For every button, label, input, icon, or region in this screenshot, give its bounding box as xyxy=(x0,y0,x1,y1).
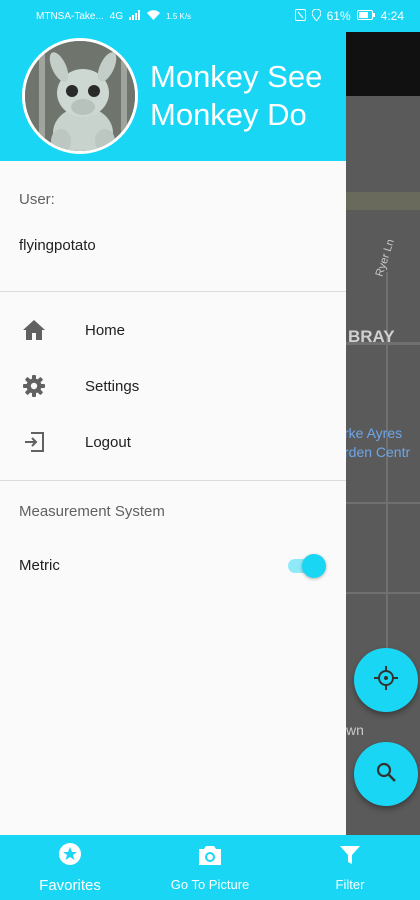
app-title: Monkey See Monkey Do xyxy=(150,59,323,132)
gear-icon xyxy=(21,373,47,399)
map-label-poi-1: rke Ayres xyxy=(346,425,403,441)
map-label-area: BRAY xyxy=(348,327,395,346)
status-bar: MTNSA-Take... 4G 1.5 K/s 61% 4:24 xyxy=(0,0,420,32)
wifi-icon xyxy=(147,9,161,23)
toy-donkey-image xyxy=(25,41,135,151)
toggle-thumb xyxy=(302,554,326,578)
nav-go-to-picture[interactable]: Go To Picture xyxy=(140,835,280,900)
menu-item-label: Logout xyxy=(85,433,131,451)
map-label-street: Ryer Ln xyxy=(373,237,397,279)
metric-label: Metric xyxy=(19,556,60,574)
my-location-button[interactable] xyxy=(354,648,418,712)
user-label: User: xyxy=(19,191,55,208)
search-icon xyxy=(374,760,398,789)
avatar xyxy=(22,38,138,154)
menu-item-home[interactable]: Home xyxy=(0,302,346,358)
map-road xyxy=(346,192,420,210)
carrier-name: MTNSA-Take... xyxy=(36,10,104,22)
metric-row: Metric xyxy=(0,537,346,593)
location-icon xyxy=(311,8,322,24)
filter-icon xyxy=(339,844,361,871)
battery-icon xyxy=(356,9,375,23)
crosshair-icon xyxy=(373,665,399,696)
search-button[interactable] xyxy=(354,742,418,806)
menu-item-label: Settings xyxy=(85,377,140,395)
navigation-drawer: Monkey See Monkey Do User: flyingpotato … xyxy=(0,0,346,835)
username: flyingpotato xyxy=(19,237,96,254)
nfc-icon xyxy=(294,8,306,24)
measurement-label: Measurement System xyxy=(19,503,165,520)
home-icon xyxy=(21,317,47,343)
clock: 4:24 xyxy=(380,9,404,23)
user-section: User: flyingpotato xyxy=(0,161,346,292)
map-label-poi-2: rden Centr xyxy=(346,444,411,460)
map-top-bar xyxy=(346,32,420,96)
nav-favorites[interactable]: Favorites xyxy=(0,835,140,900)
nav-label: Filter xyxy=(335,876,365,892)
menu-item-logout[interactable]: Logout xyxy=(0,414,346,470)
menu-item-settings[interactable]: Settings xyxy=(0,358,346,414)
network-type: 4G xyxy=(109,10,124,22)
status-left: MTNSA-Take... 4G 1.5 K/s xyxy=(36,9,192,23)
metric-toggle[interactable] xyxy=(288,554,326,578)
star-icon xyxy=(58,842,82,871)
bottom-navigation: Favorites Go To Picture Filter xyxy=(0,835,420,900)
nav-filter[interactable]: Filter xyxy=(280,835,420,900)
map-view[interactable]: Ryer Ln BRAY rke Ayres rden Centr wn xyxy=(346,32,420,835)
nav-label: Favorites xyxy=(39,876,101,894)
logout-icon xyxy=(21,429,47,455)
nav-label: Go To Picture xyxy=(170,876,250,892)
signal-icon xyxy=(129,9,141,23)
status-right: 61% 4:24 xyxy=(294,8,404,24)
camera-icon xyxy=(198,844,222,871)
measurement-section: Measurement System Metric xyxy=(0,481,346,593)
map-road xyxy=(346,592,420,594)
menu-item-label: Home xyxy=(85,321,126,339)
map-road xyxy=(346,502,420,504)
data-speed: 1.5 K/s xyxy=(166,11,192,21)
battery-level: 61% xyxy=(326,9,351,23)
drawer-menu: Home Settings Logout xyxy=(0,292,346,481)
map-label-town: wn xyxy=(346,722,364,738)
